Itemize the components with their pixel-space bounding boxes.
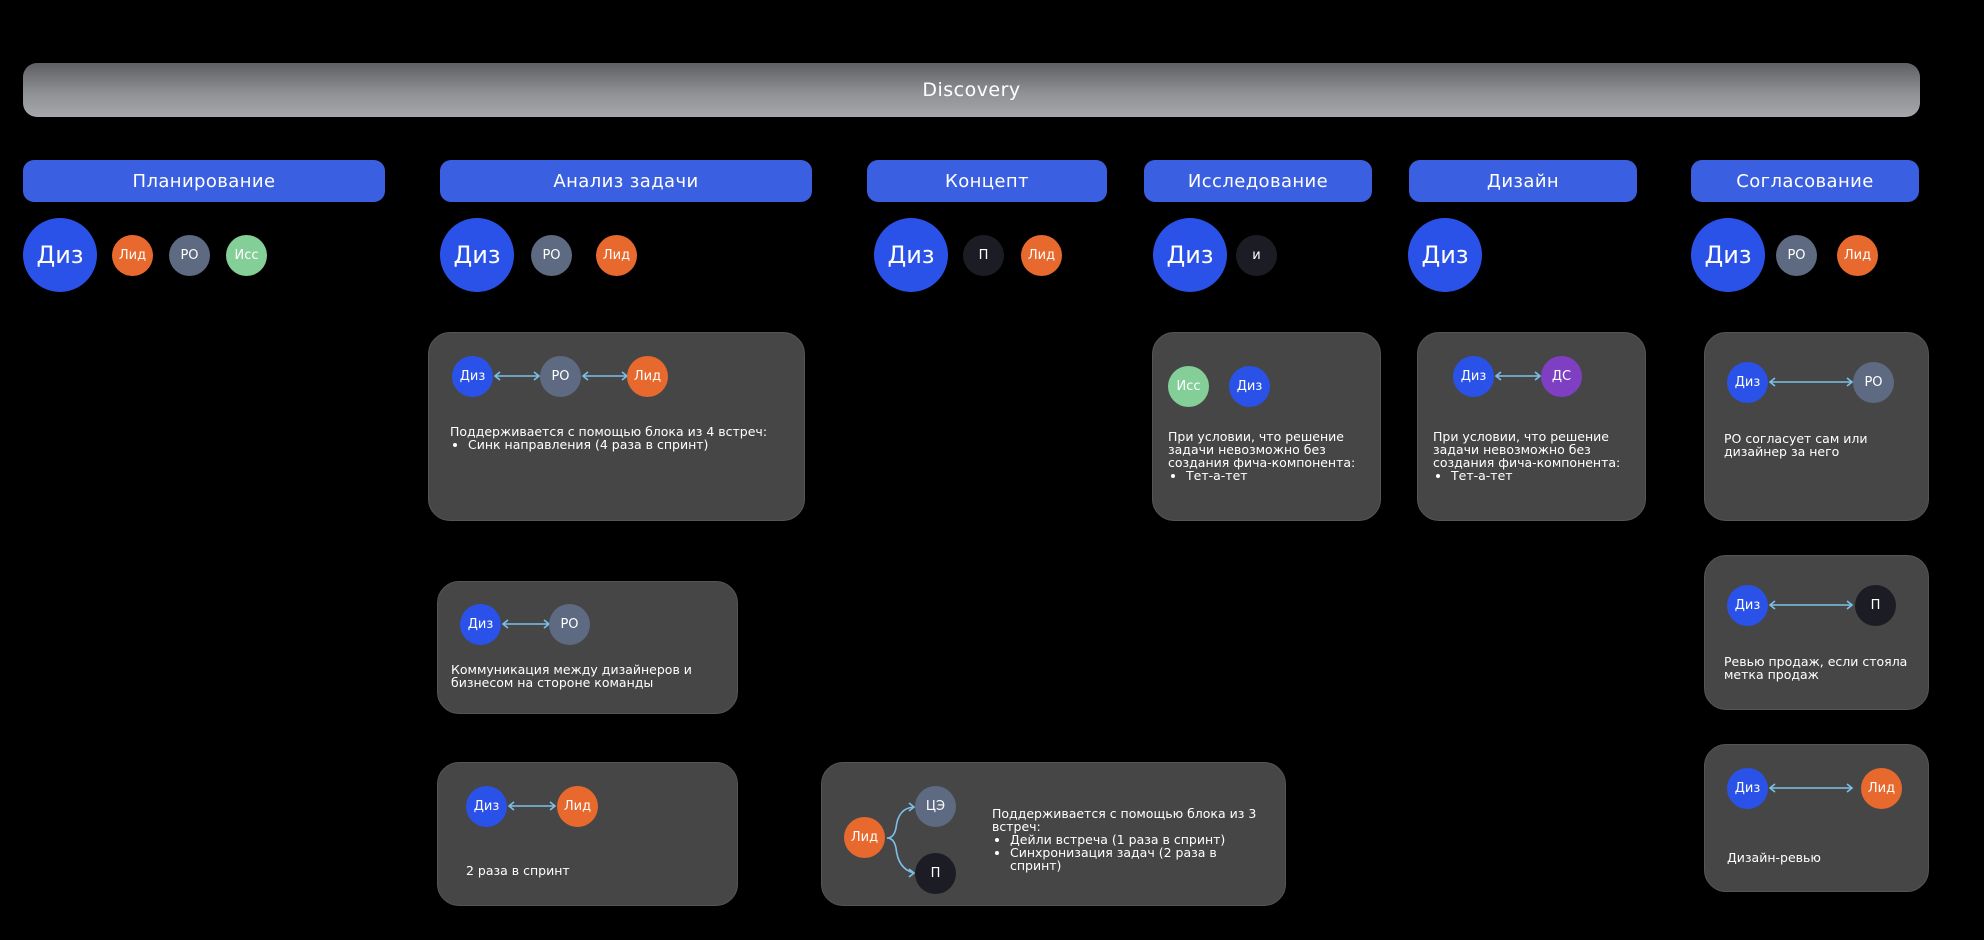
lead-avatar: Лид [1021, 235, 1062, 276]
p-avatar: П [963, 235, 1004, 276]
double-arrow-icon [1768, 377, 1854, 387]
card-intro-text: Поддерживается с помощью блока из 3 встр… [992, 806, 1257, 834]
phase-planning: Планирование [23, 160, 385, 202]
card-description: Коммуникация между дизайнеров и бизнесом… [451, 662, 692, 690]
po-avatar: PO [169, 235, 210, 276]
lead-avatar: Лид [844, 817, 885, 858]
double-arrow-icon [1768, 600, 1854, 610]
card-intro-text: При условии, что решение задачи невозмож… [1433, 429, 1621, 470]
phase-task-analysis: Анализ задачи [440, 160, 812, 202]
designer-avatar: Диз [23, 218, 97, 292]
double-arrow-icon [581, 371, 629, 381]
p-avatar: П [1855, 585, 1896, 626]
lead-avatar: Лид [1837, 235, 1878, 276]
card-design [1417, 332, 1646, 521]
researcher-avatar: Исс [1168, 366, 1209, 407]
designer-avatar: Диз [460, 604, 501, 645]
lead-avatar: Лид [557, 786, 598, 827]
card-description: Поддерживается с помощью блока из 3 встр… [992, 807, 1262, 872]
phase-approval: Согласование [1691, 160, 1919, 202]
po-avatar: PO [531, 235, 572, 276]
designer-avatar: Диз [1727, 362, 1768, 403]
po-avatar: PO [1776, 235, 1817, 276]
designer-avatar: Диз [452, 356, 493, 397]
lead-avatar: Лид [596, 235, 637, 276]
double-arrow-icon [1768, 783, 1854, 793]
card-description: PO согласует сам или дизайнер за него [1724, 431, 1868, 459]
double-arrow-icon [501, 619, 551, 629]
designer-avatar: Диз [874, 218, 948, 292]
designer-avatar: Диз [1229, 366, 1270, 407]
card-description: 2 раза в спринт [466, 863, 570, 878]
po-avatar: PO [549, 604, 590, 645]
ce-avatar: ЦЭ [915, 786, 956, 827]
double-arrow-icon [493, 371, 541, 381]
designer-avatar: Диз [440, 218, 514, 292]
card-description: При условии, что решение задачи невозмож… [1433, 430, 1638, 482]
po-avatar: PO [1853, 362, 1894, 403]
card-approval-sales [1704, 555, 1929, 710]
designer-avatar: Диз [1408, 218, 1482, 292]
card-bullet: Тет-а-тет [1451, 469, 1638, 482]
designer-avatar: Диз [1153, 218, 1227, 292]
phase-design: Дизайн [1409, 160, 1637, 202]
designer-avatar: Диз [1691, 218, 1765, 292]
designer-avatar: Диз [1727, 768, 1768, 809]
card-description: При условии, что решение задачи невозмож… [1168, 430, 1373, 482]
po-avatar: PO [540, 356, 581, 397]
card-description: Дизайн-ревью [1727, 850, 1821, 865]
card-intro-text: При условии, что решение задачи невозмож… [1168, 429, 1356, 470]
double-arrow-icon [507, 801, 557, 811]
card-bullet: Тет-а-тет [1186, 469, 1373, 482]
designer-avatar: Диз [1727, 585, 1768, 626]
designer-avatar: Диз [1453, 356, 1494, 397]
phase-concept: Концепт [867, 160, 1107, 202]
discovery-banner: Discovery [23, 63, 1920, 117]
card-approval-po [1704, 332, 1929, 521]
ds-avatar: ДС [1541, 356, 1582, 397]
lead-avatar: Лид [627, 356, 668, 397]
p-avatar: П [915, 853, 956, 894]
lead-avatar: Лид [1861, 768, 1902, 809]
card-description: Поддерживается с помощью блока из 4 встр… [450, 425, 800, 451]
i-avatar: и [1236, 235, 1277, 276]
card-description: Ревью продаж, если стояла метка продаж [1724, 654, 1908, 682]
card-analysis-business [437, 581, 738, 714]
card-approval-review [1704, 744, 1929, 892]
double-arrow-icon [1494, 371, 1542, 381]
card-bullet: Синхронизация задач (2 раза в спринт) [1010, 846, 1262, 872]
card-research [1152, 332, 1381, 521]
designer-avatar: Диз [466, 786, 507, 827]
lead-avatar: Лид [112, 235, 153, 276]
card-analysis-lead [437, 762, 738, 906]
card-bullet: Синк направления (4 раза в спринт) [468, 438, 800, 451]
researcher-avatar: Исс [226, 235, 267, 276]
phase-research: Исследование [1144, 160, 1372, 202]
